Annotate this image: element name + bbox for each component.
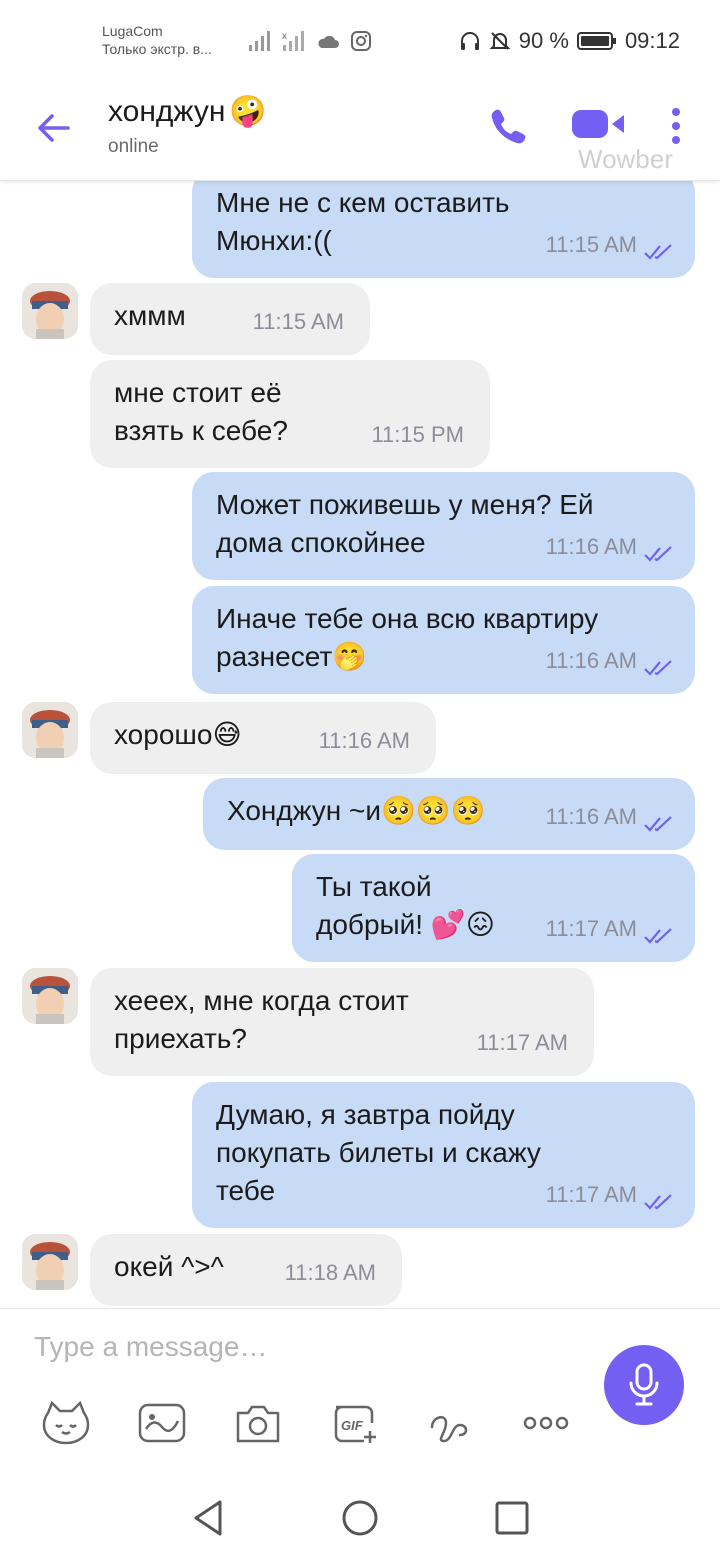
gif-icon[interactable]: GIF (328, 1399, 380, 1447)
message-bubble-outgoing[interactable]: Иначе тебе она всю квартиру разнесет🤭 11… (192, 586, 695, 694)
message-text: мне стоит её взять к себе? (114, 377, 288, 446)
chat-header: хонджун 🤪 online Wowber (0, 72, 720, 181)
message-text: Думаю, я завтра пойду покупать билеты и … (216, 1099, 541, 1206)
contact-status: online (108, 136, 159, 157)
more-vertical-icon[interactable] (666, 104, 686, 148)
message-bubble-incoming[interactable]: хееех, мне когда стоит приехать? 11:17 A… (90, 968, 594, 1076)
message-time: 11:17 AM (545, 916, 637, 941)
message-text: хееех, мне когда стоит приехать? (114, 985, 409, 1054)
message-text: Ты такой добрый! 💕😖 (316, 871, 495, 940)
nav-back-icon[interactable] (188, 1498, 228, 1538)
status-icons-right: 90 % 09:12 (459, 28, 680, 54)
bell-off-icon (489, 32, 511, 50)
cloud-icon (318, 35, 339, 48)
message-time: 11:15 AM (545, 232, 637, 257)
battery-icon (576, 32, 616, 50)
message-bubble-incoming[interactable]: хммм 11:15 AM (90, 283, 370, 355)
message-bubble-outgoing[interactable]: Хонджун ~и🥺🥺🥺 11:16 AM (203, 778, 695, 850)
message-bubble-incoming[interactable]: мне стоит её взять к себе? 11:15 PM (90, 360, 490, 468)
message-time: 11:15 AM (252, 309, 344, 334)
message-time: 11:16 AM (545, 648, 637, 673)
read-ticks-icon (644, 928, 672, 944)
sticker-face-icon[interactable] (40, 1399, 92, 1447)
instagram-icon (351, 31, 371, 51)
message-text: хммм (114, 300, 186, 331)
doodle-icon[interactable] (136, 1399, 188, 1447)
message-list[interactable]: Мне не с кем оставить Мюнхи:(( 11:15 AM … (0, 180, 720, 1308)
signal-icon (249, 31, 270, 51)
camera-icon[interactable] (232, 1399, 284, 1447)
contact-avatar[interactable] (22, 283, 78, 339)
microphone-icon (629, 1363, 659, 1406)
status-bar: LugaCom Только экстр. в... x 90 % 09:12 (0, 0, 720, 72)
battery-percent: 90 % (518, 28, 569, 53)
video-camera-icon[interactable] (570, 108, 626, 140)
carrier-info: LugaCom Только экстр. в... (102, 22, 212, 58)
message-text: Хонджун ~и🥺🥺🥺 (227, 795, 486, 826)
headphones-icon (460, 32, 479, 50)
message-time: 11:16 AM (318, 728, 410, 753)
message-time: 11:16 AM (545, 534, 637, 559)
message-time: 11:17 AM (545, 1182, 637, 1207)
carrier-name: LugaCom (102, 23, 163, 39)
microphone-button[interactable] (604, 1345, 684, 1425)
system-nav-bar (0, 1470, 720, 1560)
signal-no-sim-icon: x (282, 31, 304, 51)
phone-icon[interactable] (486, 104, 530, 148)
message-bubble-outgoing[interactable]: Думаю, я завтра пойду покупать билеты и … (192, 1082, 695, 1228)
message-time: 11:17 AM (476, 1030, 568, 1055)
read-ticks-icon (644, 546, 672, 562)
message-composer: Type a message… GIF (0, 1308, 720, 1459)
read-ticks-icon (644, 1194, 672, 1210)
status-icons-left: x (248, 30, 372, 52)
message-time: 11:18 AM (284, 1260, 376, 1285)
nav-home-icon[interactable] (340, 1498, 380, 1538)
message-bubble-outgoing[interactable]: Мне не с кем оставить Мюнхи:(( 11:15 AM (192, 180, 695, 278)
contact-avatar[interactable] (22, 968, 78, 1024)
contact-name: хонджун (108, 94, 226, 128)
svg-text:GIF: GIF (341, 1418, 364, 1433)
nav-recents-icon[interactable] (492, 1498, 532, 1538)
composer-toolbar: GIF (40, 1399, 580, 1449)
contact-avatar[interactable] (22, 702, 78, 758)
read-ticks-icon (644, 816, 672, 832)
contact-avatar[interactable] (22, 1234, 78, 1290)
more-horizontal-icon[interactable] (520, 1399, 572, 1447)
message-bubble-incoming[interactable]: окей ^>^ 11:18 AM (90, 1234, 402, 1306)
carrier-status: Только экстр. в... (102, 41, 212, 57)
contact-title[interactable]: хонджун 🤪 (108, 94, 267, 129)
message-bubble-incoming[interactable]: хорошо😅 11:16 AM (90, 702, 436, 774)
back-arrow-icon[interactable] (34, 108, 74, 148)
clock: 09:12 (624, 28, 680, 53)
scribble-icon[interactable] (424, 1399, 476, 1447)
read-ticks-icon (644, 244, 672, 260)
message-time: 11:15 PM (371, 422, 464, 447)
message-input[interactable]: Type a message… (34, 1331, 267, 1363)
message-bubble-outgoing[interactable]: Ты такой добрый! 💕😖 11:17 AM (292, 854, 695, 962)
read-ticks-icon (644, 660, 672, 676)
message-time: 11:16 AM (545, 804, 637, 829)
message-text: окей ^>^ (114, 1251, 224, 1282)
message-text: Мне не с кем оставить Мюнхи:(( (216, 187, 510, 256)
message-text: хорошо😅 (114, 719, 242, 750)
message-bubble-outgoing[interactable]: Может поживешь у меня? Ей дома спокойнее… (192, 472, 695, 580)
watermark: Wowber (578, 144, 673, 174)
svg-text:x: x (282, 31, 287, 42)
contact-emoji: 🤪 (229, 95, 267, 128)
